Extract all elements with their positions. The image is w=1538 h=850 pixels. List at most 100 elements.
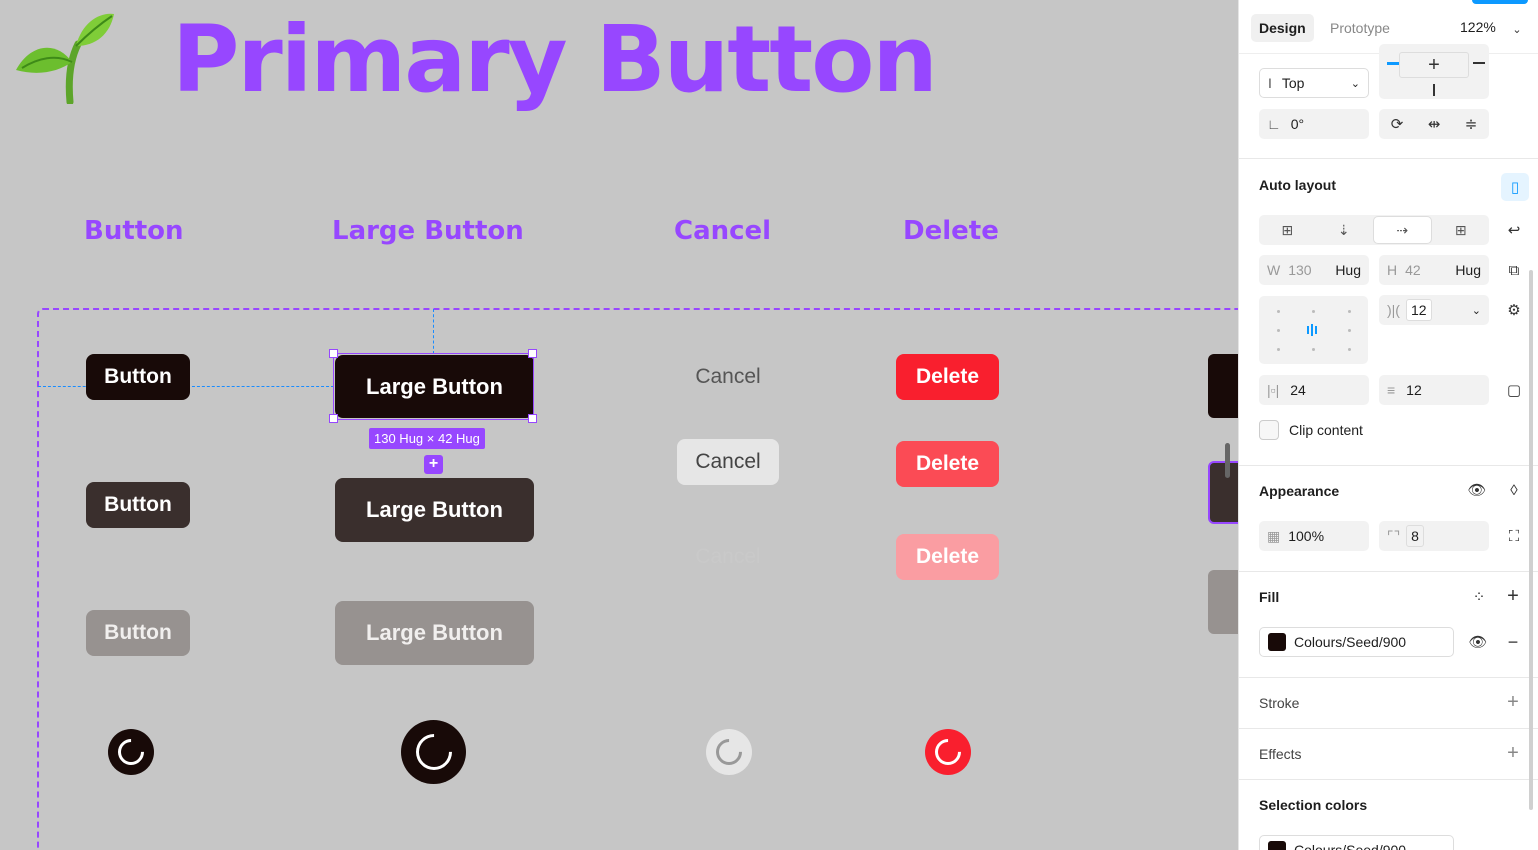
delete-loading-spinner-icon[interactable] [925,729,971,775]
advanced-settings-icon[interactable]: ⚙ [1504,300,1524,320]
angle-icon: ∟ [1267,116,1281,132]
gap-icon: )|( [1387,302,1400,318]
eye-icon[interactable]: 👁 [1467,480,1487,500]
selection-colors-title: Selection colors [1259,797,1368,813]
gap-field[interactable]: )|( 12 ⌄ [1379,295,1489,325]
height-mode: Hug [1455,262,1481,278]
resize-handle[interactable] [528,414,537,423]
selection-color-field[interactable]: Colours/Seed/900 [1259,835,1454,850]
selection-color-name: Colours/Seed/900 [1294,842,1407,850]
width-mode: Hug [1335,262,1361,278]
horizontal-padding-icon: |▫| [1267,382,1280,398]
effects-title: Effects [1259,746,1302,762]
resize-handle[interactable] [528,349,537,358]
vertical-padding-field[interactable]: ≡ 12 [1379,375,1489,405]
add-item-icon[interactable]: + [424,455,443,474]
opacity-icon: ▦ [1267,527,1281,544]
chevron-down-icon: ⌄ [1471,304,1481,317]
offscreen-component[interactable] [1208,461,1238,524]
blend-mode-icon[interactable]: ◊ [1504,480,1524,500]
clip-content-label: Clip content [1289,422,1363,438]
add-fill-icon[interactable]: + [1503,585,1523,607]
flip-horizontal-icon[interactable]: ⇹ [1424,114,1444,134]
panel-scrollbar[interactable] [1529,270,1533,810]
canvas-scrollbar[interactable] [1225,443,1230,478]
add-effect-icon[interactable]: + [1503,742,1523,764]
button-default[interactable]: Button [86,354,190,400]
tab-design[interactable]: Design [1251,14,1314,42]
cancel-button-hover[interactable]: Cancel [677,439,779,485]
large-button-loading-spinner-icon[interactable] [401,720,466,784]
delete-button-default[interactable]: Delete [896,354,999,400]
offscreen-component[interactable] [1208,570,1238,634]
rotation-field[interactable]: ∟ 0° [1259,109,1369,139]
horizontal-padding-field[interactable]: |▫| 24 [1259,375,1369,405]
gap-value: 12 [1405,299,1432,321]
offscreen-component[interactable] [1208,354,1238,418]
cancel-button-default[interactable]: Cancel [677,354,779,400]
fill-style-field[interactable]: Colours/Seed/900 [1259,627,1454,657]
button-hover[interactable]: Button [86,482,190,528]
layout-freeform-icon[interactable]: ⊞ [1259,215,1316,245]
fill-style-name: Colours/Seed/900 [1294,634,1407,650]
large-button-disabled[interactable]: Large Button [335,601,534,665]
delete-button-hover[interactable]: Delete [896,441,999,487]
auto-layout-suggestion-icon[interactable]: ▯ [1501,173,1529,201]
layout-grid-icon[interactable]: ⊞ [1433,215,1490,245]
align-center-icon [1307,324,1321,336]
large-button-hover[interactable]: Large Button [335,478,534,542]
vertical-constraint-value: Top [1281,75,1305,91]
button-disabled[interactable]: Button [86,610,190,656]
spacing-guide-vertical [433,309,434,354]
eye-icon[interactable]: 👁 [1468,632,1488,652]
horizontal-padding-value: 24 [1285,379,1311,401]
resize-to-fit-icon[interactable]: ⧉ [1504,260,1524,280]
layout-horizontal-icon[interactable]: ⇢ [1373,216,1432,244]
stroke-title: Stroke [1259,695,1300,711]
zoom-level[interactable]: 122% [1460,19,1496,35]
fill-swatch [1268,633,1286,651]
design-canvas[interactable]: Primary Button Button Large Button Cance… [0,0,1238,850]
height-field[interactable]: H 42 Hug [1379,255,1489,285]
cancel-loading-spinner-icon[interactable] [706,729,752,775]
layout-vertical-icon[interactable]: ⇣ [1316,215,1373,245]
chevron-down-icon[interactable]: ⌄ [1507,19,1527,39]
corner-radius-icon: ⌜⌝ [1387,527,1401,544]
page-title: Primary Button [172,6,938,113]
tab-prototype[interactable]: Prototype [1322,14,1398,42]
add-stroke-icon[interactable]: + [1503,691,1523,713]
cancel-button-disabled[interactable]: Cancel [677,534,779,580]
delete-button-disabled[interactable]: Delete [896,534,999,580]
resize-handle[interactable] [329,414,338,423]
flip-vertical-icon[interactable]: ≑ [1461,114,1481,134]
appearance-title: Appearance [1259,483,1340,499]
remove-fill-icon[interactable]: − [1503,632,1523,652]
width-label: W [1267,262,1281,278]
alignment-grid[interactable] [1259,296,1368,364]
column-header-delete: Delete [903,216,999,246]
width-value: 130 [1288,262,1312,278]
fill-title: Fill [1259,589,1280,605]
button-loading-spinner-icon[interactable] [108,729,154,775]
selection-color-swatch [1268,841,1286,850]
resize-handle[interactable] [329,349,338,358]
vertical-constraint-icon: I [1268,75,1272,91]
corner-radius-field[interactable]: ⌜⌝ 8 [1379,521,1489,551]
clip-content-checkbox[interactable] [1259,420,1279,440]
component-set-frame[interactable] [37,308,1238,850]
vertical-constraint-select[interactable]: I Top ⌄ [1259,68,1369,98]
height-label: H [1387,262,1398,278]
independent-corners-icon[interactable]: ⛶ [1504,526,1524,546]
opacity-value: 100% [1288,528,1325,544]
individual-padding-icon[interactable]: ▢ [1504,380,1524,400]
layout-direction-group: ⊞ ⇣ ⇢ ⊞ [1259,215,1489,245]
style-library-icon[interactable]: ⁘ [1469,587,1489,607]
wrap-icon[interactable]: ↩ [1504,220,1524,240]
properties-panel: Design Prototype 122% ⌄ I Top ⌄ + ∟ 0° ⟳… [1238,0,1538,850]
rotate-icon[interactable]: ⟳ [1387,114,1407,134]
constraints-widget[interactable]: + [1379,44,1489,99]
width-field[interactable]: W 130 Hug [1259,255,1369,285]
vertical-padding-icon: ≡ [1387,382,1396,398]
auto-layout-title: Auto layout [1259,177,1336,193]
opacity-field[interactable]: ▦ 100% [1259,521,1369,551]
